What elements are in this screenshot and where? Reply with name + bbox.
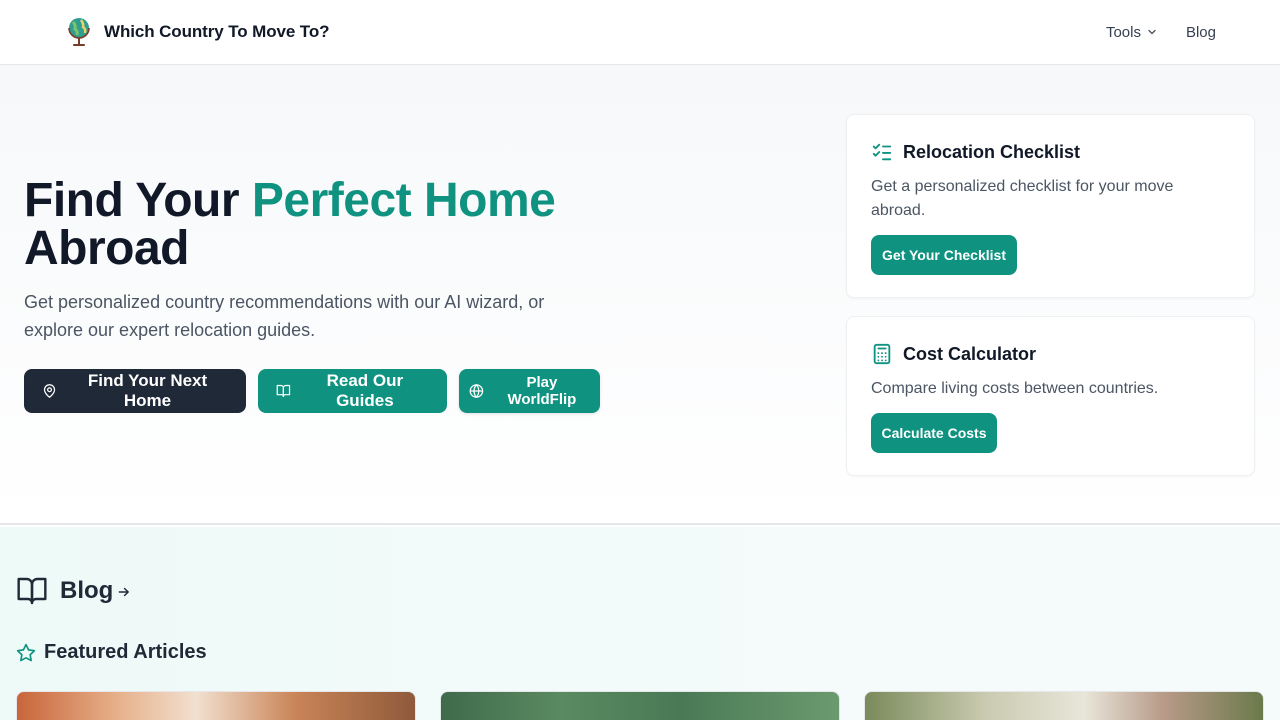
main-nav: Tools Blog — [1106, 20, 1216, 44]
calculate-costs-button[interactable]: Calculate Costs — [871, 413, 997, 453]
blog-section: Blog Featured Articles — [0, 527, 1280, 720]
card-header: Cost Calculator — [871, 343, 1036, 365]
featured-title: Featured Articles — [44, 641, 207, 663]
find-home-button[interactable]: Find Your Next Home — [24, 369, 246, 413]
brand-link[interactable]: Which Country To Move To? — [66, 16, 330, 48]
hero-subtitle: Get personalized country recommendations… — [24, 292, 545, 340]
get-checklist-button[interactable]: Get Your Checklist — [871, 235, 1017, 275]
globe-icon — [469, 384, 484, 398]
book-open-icon — [17, 577, 47, 605]
globe-logo-icon — [68, 18, 90, 46]
read-guides-label: Read Our Guides — [326, 371, 404, 410]
site-header: Which Country To Move To? Tools Blog — [0, 0, 1280, 65]
book-open-icon — [276, 384, 291, 398]
play-worldflip-label: Play WorldFlip — [507, 374, 577, 408]
featured-article-image[interactable] — [864, 691, 1264, 720]
star-icon — [16, 643, 36, 661]
nav-tools-label: Tools — [1105, 23, 1141, 41]
checklist-description: Get a personalized checklist for your mo… — [871, 178, 1174, 219]
chevron-down-icon — [1148, 29, 1156, 35]
arrow-right-icon — [118, 587, 130, 597]
read-guides-button[interactable]: Read Our Guides — [258, 369, 447, 413]
play-worldflip-button[interactable]: Play WorldFlip — [459, 369, 600, 413]
hero-section: Find Your Perfect Home Abroad Get persona… — [0, 65, 1280, 525]
hero-title-accent: Perfect Home — [251, 174, 556, 227]
relocation-checklist-card: Relocation Checklist Get a personalized … — [846, 114, 1255, 298]
featured-articles-heading: Featured Articles — [16, 641, 207, 664]
find-home-label: Find Your Next Home — [87, 371, 208, 410]
featured-article-image[interactable] — [440, 691, 840, 720]
hero-title-plain: Find Your — [24, 174, 252, 227]
checklist-title: Relocation Checklist — [903, 141, 1081, 162]
brand-name: Which Country To Move To? — [104, 22, 330, 41]
list-checks-icon — [872, 143, 892, 161]
blog-link[interactable]: Blog — [16, 575, 131, 607]
card-header: Relocation Checklist — [871, 141, 1080, 163]
hero-title-end: Abroad — [24, 222, 190, 275]
calculator-title: Cost Calculator — [903, 343, 1037, 364]
blog-title: Blog — [60, 577, 114, 604]
nav-tools-dropdown[interactable]: Tools — [1106, 24, 1158, 41]
map-pin-icon — [43, 384, 56, 398]
calculator-icon — [873, 343, 891, 365]
nav-blog-link[interactable]: Blog — [1186, 24, 1216, 41]
cost-calculator-card: Cost Calculator Compare living costs bet… — [846, 316, 1255, 476]
hero-title: Find Your Perfect Home Abroad — [24, 177, 644, 273]
calculator-description: Compare living costs between countries. — [871, 380, 1159, 397]
featured-article-image[interactable] — [16, 691, 416, 720]
hero-actions: Find Your Next Home Read Our Guides Play… — [24, 369, 600, 413]
